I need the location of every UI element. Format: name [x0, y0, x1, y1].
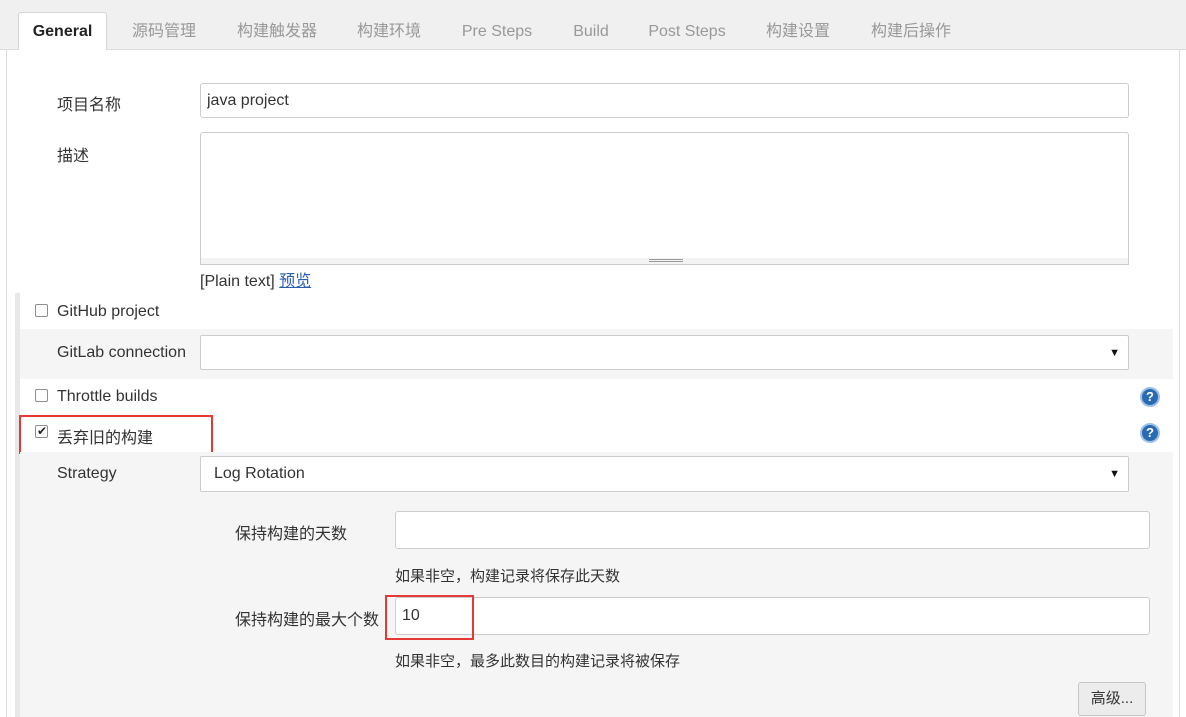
- discard-highlight-box: [19, 415, 213, 454]
- format-text-label: [Plain text]: [200, 273, 275, 290]
- preview-link[interactable]: 预览: [279, 273, 311, 290]
- help-icon[interactable]: ?: [1140, 423, 1160, 443]
- github-project-label: GitHub project: [57, 303, 160, 320]
- tab-post-build-actions[interactable]: 构建后操作: [860, 14, 962, 50]
- project-name-input[interactable]: [200, 83, 1129, 118]
- tab-build-settings[interactable]: 构建设置: [754, 14, 842, 50]
- project-name-label: 项目名称: [57, 97, 122, 114]
- max-to-keep-highlight-box: [385, 595, 474, 640]
- tab-post-steps[interactable]: Post Steps: [638, 14, 736, 50]
- tab-source-code[interactable]: 源码管理: [120, 14, 208, 50]
- tab-build-triggers[interactable]: 构建触发器: [226, 14, 328, 50]
- description-label: 描述: [57, 148, 90, 165]
- advanced-button[interactable]: 高级...: [1078, 682, 1146, 716]
- throttle-builds-label: Throttle builds: [57, 388, 158, 405]
- config-panel: 项目名称 描述 [Plain text] 预览 GitHub project G…: [6, 50, 1180, 717]
- max-to-keep-label: 保持构建的最大个数: [235, 612, 380, 629]
- gitlab-connection-select[interactable]: ▼: [200, 335, 1129, 370]
- strategy-value: Log Rotation: [214, 465, 305, 482]
- tab-general[interactable]: General: [18, 12, 107, 51]
- gitlab-connection-label: GitLab connection: [57, 344, 186, 361]
- tab-build[interactable]: Build: [562, 14, 620, 50]
- chevron-down-icon: ▼: [1109, 347, 1120, 359]
- description-textarea[interactable]: [200, 132, 1129, 260]
- strategy-select[interactable]: Log Rotation ▼: [200, 456, 1129, 492]
- throttle-builds-checkbox[interactable]: [35, 389, 48, 402]
- max-to-keep-hint: 如果非空，最多此数目的构建记录将被保存: [395, 653, 681, 670]
- tab-bar: General 源码管理 构建触发器 构建环境 Pre Steps Build …: [0, 0, 1186, 51]
- tab-pre-steps[interactable]: Pre Steps: [450, 14, 544, 50]
- days-to-keep-hint: 如果非空，构建记录将保存此天数: [395, 568, 621, 585]
- max-to-keep-input[interactable]: [395, 597, 1150, 635]
- chevron-down-icon: ▼: [1109, 468, 1120, 480]
- description-format-row: [Plain text] 预览: [200, 267, 311, 291]
- strategy-label: Strategy: [57, 465, 117, 482]
- github-project-checkbox[interactable]: [35, 304, 48, 317]
- help-icon[interactable]: ?: [1140, 387, 1160, 407]
- days-to-keep-input[interactable]: [395, 511, 1150, 549]
- textarea-resize-bar[interactable]: [200, 258, 1129, 265]
- tab-build-environment[interactable]: 构建环境: [346, 14, 432, 50]
- days-to-keep-label: 保持构建的天数: [235, 526, 348, 543]
